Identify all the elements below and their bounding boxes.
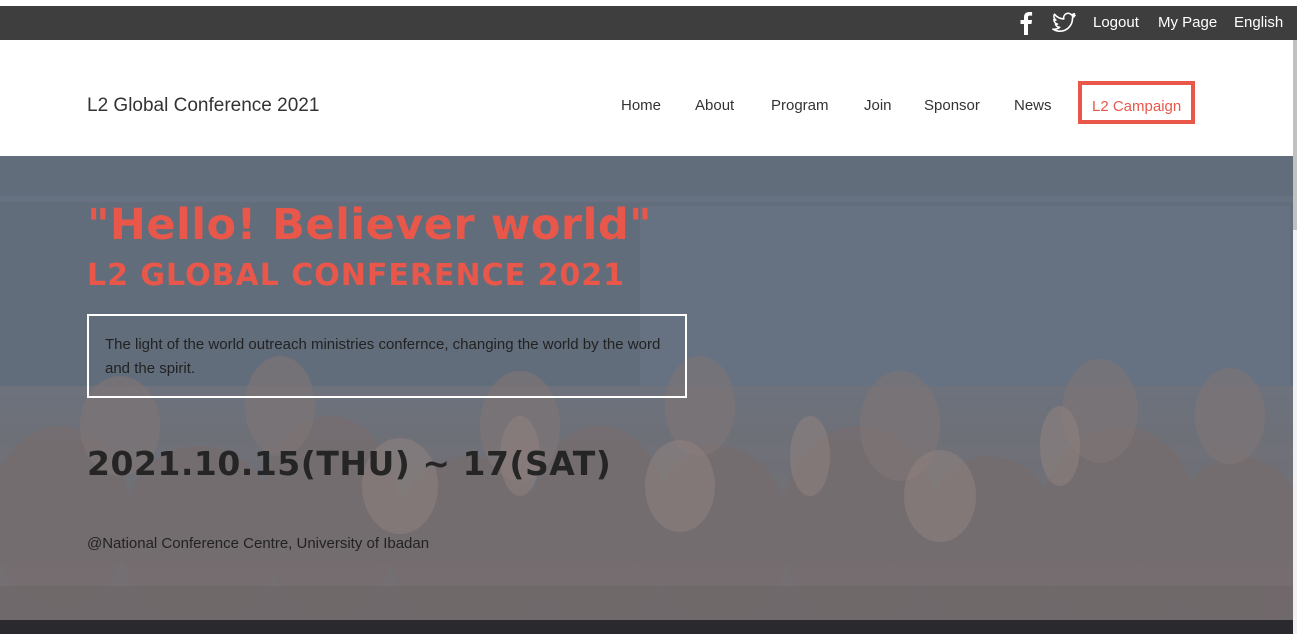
hero-subtitle: L2 GLOBAL CONFERENCE 2021 bbox=[87, 258, 626, 293]
scrollbar-thumb[interactable] bbox=[1293, 40, 1297, 230]
my-page-link[interactable]: My Page bbox=[1158, 6, 1217, 40]
bottom-band bbox=[0, 620, 1293, 634]
conference-venue: @National Conference Centre, University … bbox=[87, 535, 430, 552]
nav-join[interactable]: Join bbox=[864, 96, 892, 116]
nav-program[interactable]: Program bbox=[771, 96, 829, 116]
page-scrollbar[interactable] bbox=[1293, 40, 1297, 634]
hero-description-box: The light of the world outreach ministri… bbox=[87, 314, 687, 398]
nav-home[interactable]: Home bbox=[621, 96, 661, 116]
facebook-icon bbox=[1020, 12, 1033, 35]
twitter-icon bbox=[1052, 12, 1076, 32]
language-link[interactable]: English bbox=[1234, 6, 1283, 40]
twitter-link[interactable] bbox=[1051, 6, 1079, 40]
hero-description: The light of the world outreach ministri… bbox=[105, 336, 661, 377]
top-utility-bar: Logout My Page English bbox=[0, 6, 1297, 40]
nav-about[interactable]: About bbox=[695, 96, 734, 116]
nav-l2-campaign[interactable]: L2 Campaign bbox=[1078, 81, 1195, 124]
hero-title: "Hello! Believer world" bbox=[87, 200, 652, 250]
conference-dates: 2021.10.15(THU) ~ 17(SAT) bbox=[87, 444, 612, 483]
site-brand[interactable]: L2 Global Conference 2021 bbox=[87, 94, 319, 118]
nav-news[interactable]: News bbox=[1014, 96, 1052, 116]
logout-link[interactable]: Logout bbox=[1093, 6, 1139, 40]
nav-sponsor[interactable]: Sponsor bbox=[924, 96, 980, 116]
facebook-link[interactable] bbox=[1019, 6, 1039, 40]
site-header: L2 Global Conference 2021 Home About Pro… bbox=[0, 40, 1293, 156]
hero-banner: "Hello! Believer world" L2 GLOBAL CONFER… bbox=[0, 156, 1293, 620]
